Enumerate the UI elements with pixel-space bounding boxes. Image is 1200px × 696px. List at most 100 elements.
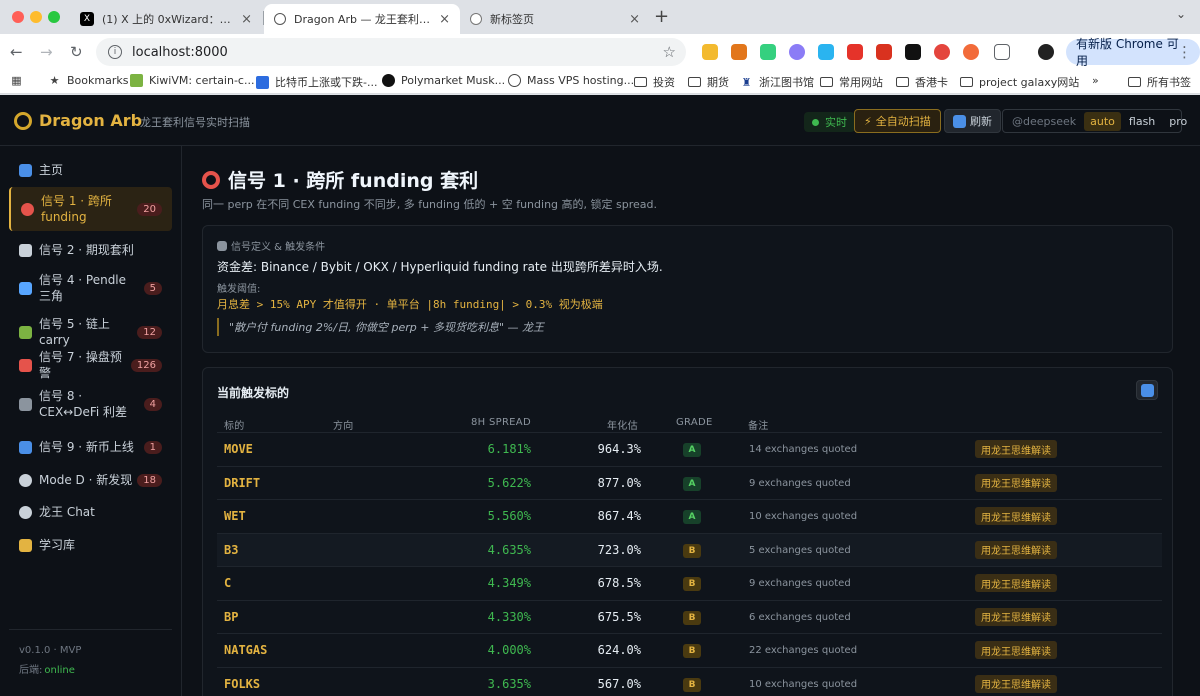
sidebar-divider: [9, 629, 172, 630]
bookmark-item[interactable]: KiwiVM: certain-c...: [130, 74, 254, 87]
new-tab-plus-icon[interactable]: +: [654, 6, 669, 27]
tab-search-chevron-icon[interactable]: ⌄: [1176, 7, 1186, 21]
sidebar-item-chat[interactable]: 龙王 Chat: [9, 499, 172, 525]
sidebar-item-mode-d[interactable]: Mode D · 新发现 18: [9, 467, 172, 493]
column-header-annualized[interactable]: 年化估: [607, 417, 638, 432]
interpret-button[interactable]: 用龙王思维解读: [975, 473, 1057, 492]
folder-icon: [634, 77, 647, 87]
table-row[interactable]: MOVE 6.181% 964.3% A 14 exchanges quoted 用龙王思…: [217, 432, 1162, 465]
column-header-grade[interactable]: GRADE: [676, 417, 713, 428]
tab-close-icon[interactable]: ×: [629, 12, 640, 27]
model-option-pro[interactable]: pro: [1163, 112, 1193, 131]
sidebar-item-signal-2[interactable]: 信号 2 · 期现套利: [9, 237, 172, 263]
bookmark-folder[interactable]: 所有书签: [1128, 74, 1191, 90]
more-bookmarks-chevron[interactable]: »: [1092, 74, 1099, 87]
symbol-cell[interactable]: MOVE: [224, 442, 253, 456]
extensions-puzzle-icon[interactable]: [994, 44, 1010, 60]
interpret-button[interactable]: 用龙王思维解读: [975, 641, 1057, 659]
bookmark-folder[interactable]: 常用网站: [820, 74, 883, 90]
back-arrow-icon[interactable]: ←: [10, 43, 23, 61]
books-icon: [19, 538, 32, 552]
table-row[interactable]: NATGAS 4.000% 624.0% B 22 exchanges quoted 用龙…: [217, 633, 1162, 666]
green-extension-icon[interactable]: [760, 44, 776, 60]
bookmark-folder[interactable]: 期货: [688, 74, 729, 90]
site-info-icon[interactable]: i: [108, 45, 122, 59]
model-option-flash[interactable]: flash: [1123, 112, 1161, 131]
red-extension-icon[interactable]: [876, 44, 892, 60]
apps-grid-icon[interactable]: ▦: [10, 74, 29, 87]
interpret-button[interactable]: 用龙王思维解读: [975, 607, 1057, 626]
interpret-button[interactable]: 用龙王思维解读: [975, 440, 1057, 458]
tab-close-icon[interactable]: ×: [439, 12, 450, 27]
table-row[interactable]: C 4.349% 678.5% B 9 exchanges quoted 用龙王思维解读: [217, 566, 1162, 599]
symbol-cell[interactable]: NATGAS: [224, 643, 267, 657]
column-header-direction[interactable]: 方向: [333, 417, 354, 432]
symbol-cell[interactable]: B3: [224, 543, 238, 557]
symbol-cell[interactable]: WET: [224, 509, 246, 523]
sidebar-item-signal-9[interactable]: 信号 9 · 新币上线 1: [9, 434, 172, 460]
lock-extension-icon[interactable]: [847, 44, 863, 60]
sidebar-item-signal-1[interactable]: 信号 1 · 跨所 funding 20: [9, 187, 172, 231]
bookmark-item[interactable]: ★ Bookmarks: [48, 74, 129, 87]
sidebar-item-home[interactable]: 主页: [9, 157, 172, 183]
forward-arrow-icon[interactable]: →: [40, 43, 53, 61]
tab-close-icon[interactable]: ×: [241, 12, 252, 27]
interpret-button[interactable]: 用龙王思维解读: [975, 507, 1057, 525]
pill-extension-icon[interactable]: [934, 44, 950, 60]
brand-name[interactable]: Dragon Arb: [39, 111, 142, 130]
diamond-extension-icon[interactable]: [818, 44, 834, 60]
bookmark-folder[interactable]: project galaxy网站: [960, 74, 1079, 90]
metamask-extension-icon[interactable]: [731, 44, 747, 60]
browser-tab-new[interactable]: 新标签页 ×: [460, 4, 650, 34]
sidebar-item-library[interactable]: 学习库: [9, 532, 172, 558]
interpret-button[interactable]: 用龙王思维解读: [975, 540, 1057, 559]
profile-avatar[interactable]: [1038, 44, 1054, 60]
table-row[interactable]: FOLKS 3.635% 567.0% B 10 exchanges quoted 用龙王…: [217, 666, 1162, 696]
sidebar-item-signal-7[interactable]: 信号 7 · 操盘预警 126: [9, 350, 172, 380]
symbol-cell[interactable]: BP: [224, 610, 238, 624]
bookmark-item[interactable]: Mass VPS hosting...: [508, 74, 634, 87]
chrome-menu-kebab-icon[interactable]: ⋮: [1177, 43, 1192, 61]
tab-title: (1) X 上的 0xWizard："感谢龙: [102, 13, 233, 26]
table-row[interactable]: DRIFT 5.622% 877.0% A 9 exchanges quoted 用龙王思…: [217, 465, 1162, 499]
window-close-button[interactable]: [12, 11, 24, 23]
bookmarks-bar: ▦ ★ Bookmarks KiwiVM: certain-c... 比特币上涨或…: [0, 70, 1200, 94]
bookmark-item[interactable]: Polymarket Musk...: [382, 74, 505, 87]
auto-scan-button[interactable]: ⚡ 全自动扫描: [854, 109, 941, 133]
bookmark-item[interactable]: ♜ 浙江图书馆: [740, 74, 814, 90]
column-header-note[interactable]: 备注: [748, 417, 769, 432]
sidebar-item-signal-8[interactable]: 信号 8 · CEX↔DeFi 利差 4: [9, 384, 172, 424]
binance-extension-icon[interactable]: [702, 44, 718, 60]
sidebar-item-signal-4[interactable]: 信号 4 · Pendle 三角 5: [9, 270, 172, 306]
column-header-spread[interactable]: 8H SPREAD: [471, 417, 531, 428]
table-row[interactable]: BP 4.330% 675.5% B 6 exchanges quoted 用龙王思维解读: [217, 599, 1162, 633]
window-minimize-button[interactable]: [30, 11, 42, 23]
ghost-extension-icon[interactable]: [789, 44, 805, 60]
browser-tab-x[interactable]: X (1) X 上的 0xWizard："感谢龙 ×: [70, 4, 262, 34]
sidebar-item-signal-5[interactable]: 信号 5 · 链上 carry 12: [9, 317, 172, 347]
reload-icon[interactable]: ↻: [70, 43, 83, 61]
symbol-cell[interactable]: C: [224, 576, 231, 590]
browser-tab-dragon-arb[interactable]: Dragon Arb — 龙王套利信号 ×: [264, 4, 460, 34]
annualized-cell: 877.0%: [597, 475, 641, 490]
interpret-button[interactable]: 用龙王思维解读: [975, 674, 1057, 693]
triggered-symbols-card: 当前触发标的 标的 方向 8H SPREAD 年化估 GRADE 备注 MOVE…: [202, 367, 1173, 696]
window-zoom-button[interactable]: [48, 11, 60, 23]
interpret-button[interactable]: 用龙王思维解读: [975, 574, 1057, 592]
spread-cell: 5.560%: [487, 509, 531, 523]
table-row[interactable]: B3 4.635% 723.0% B 5 exchanges quoted 用龙王思维解读: [217, 532, 1162, 566]
bookmark-folder[interactable]: 香港卡: [896, 74, 948, 90]
column-header-symbol[interactable]: 标的: [224, 417, 245, 432]
symbol-cell[interactable]: DRIFT: [224, 476, 260, 490]
symbol-cell[interactable]: FOLKS: [224, 677, 260, 691]
table-row[interactable]: WET 5.560% 867.4% A 10 exchanges quoted 用龙王思维…: [217, 499, 1162, 532]
address-bar[interactable]: i localhost:8000 ☆: [96, 38, 686, 66]
refresh-button[interactable]: 刷新: [944, 109, 1001, 133]
table-refresh-button[interactable]: [1136, 380, 1158, 400]
bookmark-folder[interactable]: 投资: [634, 74, 675, 90]
bookmark-star-icon[interactable]: ☆: [663, 43, 676, 61]
model-option-auto[interactable]: auto: [1084, 111, 1121, 131]
sun-extension-icon[interactable]: [963, 44, 979, 60]
black-extension-icon[interactable]: [905, 44, 921, 60]
bookmark-item[interactable]: 比特币上涨或下跌-...: [256, 74, 377, 90]
